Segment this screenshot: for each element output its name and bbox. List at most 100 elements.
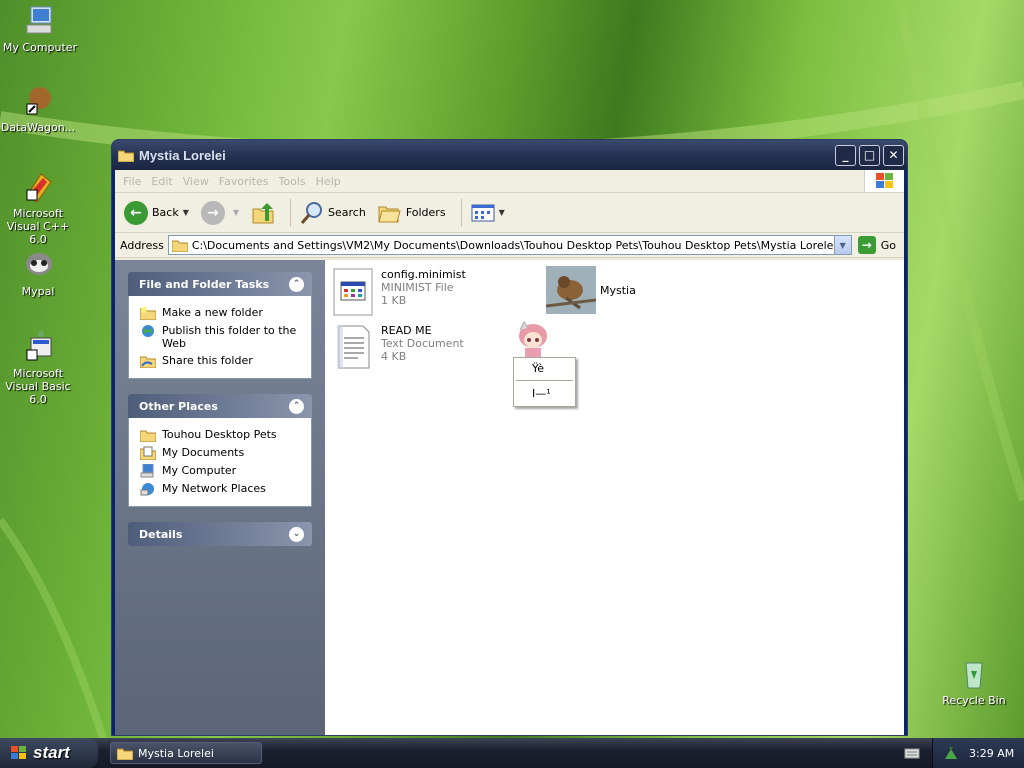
new-folder-icon (140, 307, 156, 320)
collapse-chevron-icon[interactable]: ⌃ (289, 398, 304, 414)
task-pane: File and Folder Tasks ⌃ Make a new folde… (115, 260, 325, 735)
file-size: 4 KB (381, 350, 407, 363)
desktop-icon-mypal[interactable]: Mypal (0, 248, 78, 298)
file-list: config.minimist MINIMIST File 1 KB Mysti… (325, 260, 904, 735)
address-dropdown-button[interactable]: ▼ (833, 236, 851, 254)
file-size: 1 KB (381, 294, 407, 307)
globe-icon (142, 325, 154, 337)
collapse-chevron-icon[interactable]: ⌃ (289, 276, 304, 292)
window-title: Mystia Lorelei (139, 147, 226, 163)
explorer-body: File and Folder Tasks ⌃ Make a new folde… (115, 260, 904, 735)
panel-title: Other Places (139, 399, 218, 413)
maximize-button[interactable]: □ (859, 144, 880, 166)
folders-button[interactable]: Folders (375, 197, 449, 229)
bird-thumbnail-image (546, 266, 596, 314)
forward-button[interactable]: → ▼ (198, 197, 242, 229)
minimize-button[interactable]: _ (835, 144, 856, 166)
go-arrow-icon: → (857, 236, 876, 254)
menu-view[interactable]: View (183, 175, 209, 188)
search-label: Search (328, 206, 366, 219)
place-touhou-desktop-pets[interactable]: Touhou Desktop Pets (140, 428, 305, 442)
task-make-new-folder[interactable]: Make a new folder (140, 306, 305, 320)
desktop-icon-recycle-bin[interactable]: Recycle Bin (934, 657, 1014, 707)
menu-bar: File Edit View Favorites Tools Help (115, 170, 904, 193)
address-input[interactable]: C:\Documents and Settings\VM2\My Documen… (167, 235, 852, 255)
forward-arrow-icon: → (200, 200, 225, 225)
keyboard-icon[interactable] (904, 746, 920, 760)
desktop-icon-my-computer[interactable]: My Computer (0, 4, 80, 54)
desktop-icon-visual-cpp[interactable]: Microsoft Visual C++ 6.0 (0, 170, 78, 246)
text-document-icon (337, 325, 370, 369)
place-my-computer[interactable]: My Computer (140, 464, 305, 478)
expand-chevron-icon[interactable]: ⌄ (289, 526, 304, 542)
views-icon (471, 204, 495, 221)
my-computer-icon (140, 464, 154, 478)
chevron-down-icon[interactable]: ▼ (233, 208, 239, 217)
file-item-mystia[interactable]: Mystia (546, 266, 636, 314)
back-label: Back (152, 206, 179, 219)
place-my-documents[interactable]: My Documents (140, 446, 305, 460)
desktop-icon-label: Microsoft Visual Basic 6.0 (5, 367, 71, 406)
network-tray-icon[interactable] (943, 745, 959, 761)
chevron-down-icon[interactable]: ▼ (499, 208, 505, 217)
go-button[interactable]: → Go (857, 236, 896, 254)
file-name: config.minimist (381, 268, 466, 281)
my-documents-icon (140, 446, 156, 460)
folder-icon (118, 150, 134, 162)
minimist-file-icon (333, 268, 373, 316)
menu-separator (516, 380, 573, 381)
file-name: READ ME (381, 324, 432, 337)
standard-toolbar: ← Back ▼ → ▼ Search Folders ▼ (115, 193, 904, 233)
explorer-window: Mystia Lorelei _ □ ✕ File Edit View Favo… (111, 139, 908, 736)
menu-favorites[interactable]: Favorites (219, 175, 269, 188)
menu-file[interactable]: File (123, 175, 141, 188)
taskbar-window-button[interactable]: Mystia Lorelei (110, 742, 262, 764)
file-type: MINIMIST File (381, 281, 454, 294)
place-my-network-places[interactable]: My Network Places (140, 482, 305, 496)
search-button[interactable]: Search (297, 197, 369, 229)
context-menu: Ÿè I—¹ (513, 357, 576, 407)
views-button[interactable]: ▼ (468, 197, 508, 229)
clock[interactable]: 3:29 AM (969, 747, 1014, 760)
panel-title: File and Folder Tasks (139, 277, 270, 291)
other-places-header[interactable]: Other Places ⌃ (128, 394, 312, 418)
back-button[interactable]: ← Back ▼ (121, 197, 192, 229)
folder-icon (140, 430, 156, 442)
visual-cpp-icon (21, 170, 55, 204)
desktop-icon-datawagon[interactable]: DataWagon... (0, 84, 78, 134)
file-folder-tasks-header[interactable]: File and Folder Tasks ⌃ (128, 272, 312, 296)
back-arrow-icon: ← (124, 200, 148, 225)
file-type: Text Document (381, 337, 464, 350)
datawagon-icon (21, 84, 55, 118)
address-value: C:\Documents and Settings\VM2\My Documen… (191, 238, 837, 252)
window-titlebar[interactable]: Mystia Lorelei _ □ ✕ (112, 140, 907, 170)
search-icon (300, 201, 323, 224)
file-item-readme[interactable]: READ ME Text Document 4 KB (333, 324, 464, 370)
desktop-pet-sprite[interactable] (514, 320, 552, 360)
desktop-icon-label: Microsoft Visual C++ 6.0 (6, 207, 70, 246)
file-item-config[interactable]: config.minimist MINIMIST File 1 KB (333, 268, 466, 316)
address-bar: Address C:\Documents and Settings\VM2\My… (115, 233, 904, 258)
desktop-icon-label: My Computer (2, 41, 78, 54)
mypal-icon (21, 248, 55, 282)
menu-edit[interactable]: Edit (151, 175, 172, 188)
recycle-bin-icon (957, 657, 991, 691)
context-menu-item[interactable]: Ÿè (514, 358, 575, 378)
address-label: Address (120, 238, 164, 252)
context-menu-item[interactable]: I—¹ (514, 383, 575, 403)
menu-help[interactable]: Help (316, 175, 341, 188)
chevron-down-icon[interactable]: ▼ (183, 208, 189, 217)
start-label: start (33, 743, 70, 762)
menu-tools[interactable]: Tools (279, 175, 306, 188)
desktop-icon-label: Mypal (21, 285, 55, 298)
desktop-icon-label: DataWagon... (0, 121, 76, 134)
task-publish-folder[interactable]: Publish this folder to the Web (140, 324, 305, 350)
close-button[interactable]: ✕ (883, 144, 904, 166)
start-button[interactable]: start (0, 738, 98, 768)
up-folder-button[interactable] (248, 197, 278, 229)
my-computer-icon (23, 4, 57, 38)
toolbar-separator (460, 198, 462, 227)
desktop-icon-visual-basic[interactable]: Microsoft Visual Basic 6.0 (0, 330, 78, 406)
details-header[interactable]: Details ⌄ (128, 522, 312, 546)
task-share-folder[interactable]: Share this folder (140, 354, 305, 368)
